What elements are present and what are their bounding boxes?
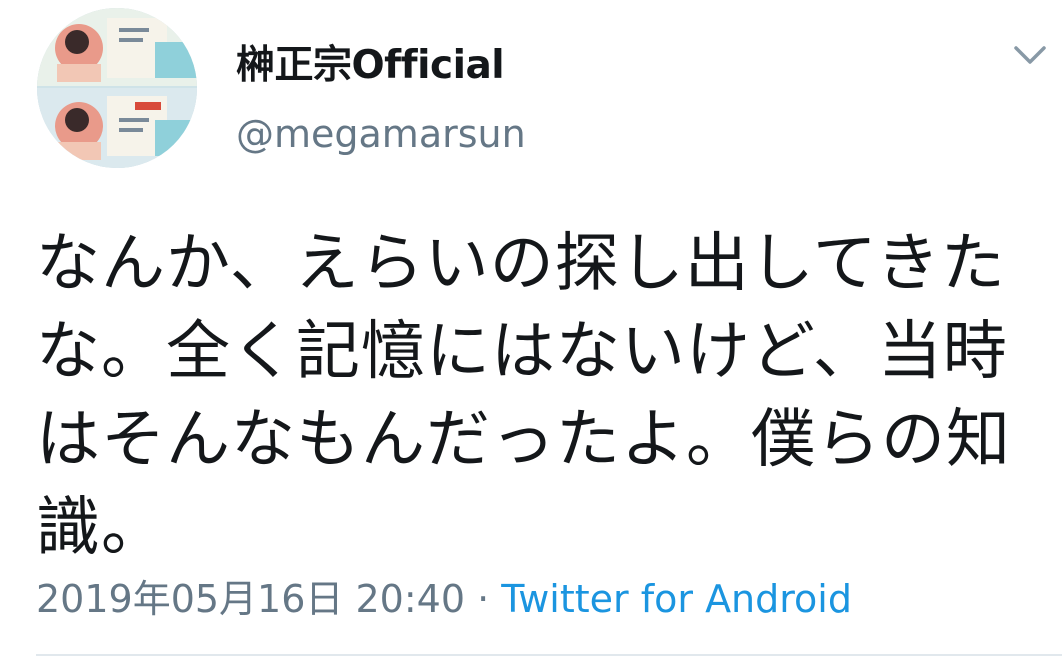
tweet-meta: 2019年05月16日 20:40 · Twitter for Android — [36, 568, 852, 623]
profile-avatar-icon[interactable] — [37, 8, 197, 168]
tweet-card: 榊正宗Official @megamarsun なんか、えらいの探し出してきたな… — [0, 0, 1062, 656]
tweet-text: なんか、えらいの探し出してきたな。全く記憶にはないけど、当時はそんなもんだったよ… — [36, 227, 1011, 565]
user-handle[interactable]: @megamarsun — [236, 112, 526, 156]
timestamp[interactable]: 2019年05月16日 20:40 — [36, 577, 465, 621]
chevron-down-icon[interactable] — [1008, 38, 1052, 72]
display-name[interactable]: 榊正宗Official — [236, 34, 505, 90]
meta-separator: · — [477, 577, 490, 621]
source-link[interactable]: Twitter for Android — [501, 577, 852, 621]
